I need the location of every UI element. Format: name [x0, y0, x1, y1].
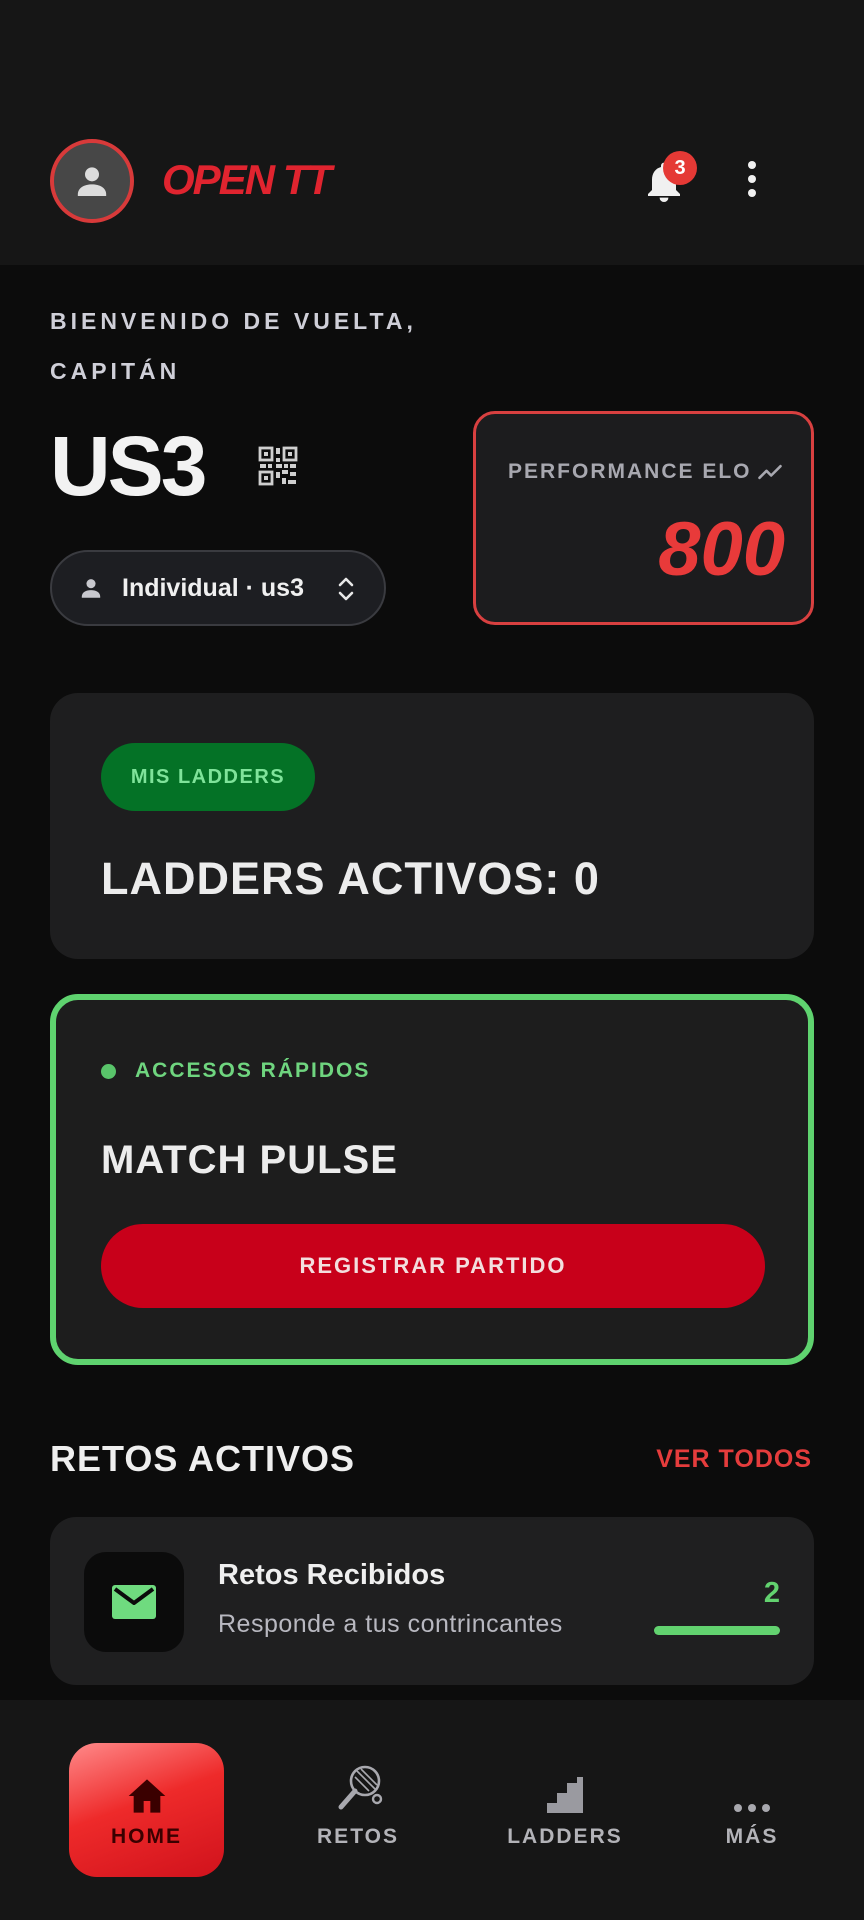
nav-ladders[interactable]: LADDERS: [490, 1743, 640, 1877]
app-screen: OPEN TT 3 BIENVENIDO DE VUELTA, CAPITÁN …: [0, 0, 864, 1920]
quick-access-title: MATCH PULSE: [101, 1138, 398, 1182]
more-menu-button[interactable]: [748, 161, 756, 201]
challenges-progress-fill: [654, 1626, 780, 1635]
welcome-line-1: BIENVENIDO DE VUELTA,: [50, 308, 417, 334]
kebab-menu-icon: [748, 161, 756, 169]
quick-access-card: ACCESOS RÁPIDOS MATCH PULSE REGISTRAR PA…: [50, 994, 814, 1365]
received-challenges-count: 2: [763, 1577, 780, 1609]
nav-home-label: HOME: [111, 1825, 182, 1848]
nav-retos[interactable]: RETOS: [286, 1743, 430, 1877]
register-match-button[interactable]: REGISTRAR PARTIDO: [101, 1224, 765, 1308]
received-challenges-card[interactable]: Retos Recibidos Responde a tus contrinca…: [50, 1517, 814, 1685]
retos-icon-box: [84, 1552, 184, 1652]
paddle-icon: [338, 1765, 383, 1810]
profile-selector-label: Individual · us3: [122, 573, 304, 602]
more-icon: [734, 1804, 770, 1812]
elo-label: PERFORMANCE ELO: [508, 460, 752, 483]
nav-home[interactable]: HOME: [69, 1743, 224, 1877]
nav-more-label: MÁS: [725, 1825, 779, 1848]
qr-code-button[interactable]: [258, 446, 298, 486]
mail-icon: [112, 1585, 156, 1619]
welcome-text: BIENVENIDO DE VUELTA, CAPITÁN: [50, 296, 417, 396]
kebab-dot: [748, 189, 756, 197]
ladders-card[interactable]: MIS LADDERS LADDERS ACTIVOS: 0: [50, 693, 814, 959]
kebab-dot: [748, 175, 756, 183]
stairs-icon: [547, 1777, 583, 1813]
person-icon: [77, 167, 107, 196]
my-ladders-chip[interactable]: MIS LADDERS: [101, 743, 315, 811]
bottom-navigation: HOME RETOS LADDERS MÁS: [0, 1700, 864, 1920]
elo-value: 800: [658, 507, 785, 592]
received-challenges-subtitle: Responde a tus contrincantes: [218, 1610, 563, 1638]
active-ladders-count: LADDERS ACTIVOS: 0: [101, 853, 600, 904]
welcome-line-2: CAPITÁN: [50, 358, 181, 384]
user-name: US3: [50, 419, 207, 513]
nav-more[interactable]: MÁS: [690, 1743, 814, 1877]
nav-retos-label: RETOS: [317, 1825, 399, 1848]
received-challenges-title: Retos Recibidos: [218, 1559, 446, 1591]
home-icon: [128, 1779, 165, 1813]
profile-selector[interactable]: Individual · us3: [50, 550, 386, 626]
qr-code-icon: [258, 446, 298, 486]
elo-card: PERFORMANCE ELO 800: [473, 411, 814, 625]
notification-badge: 3: [663, 151, 697, 185]
avatar[interactable]: [50, 139, 134, 223]
see-all-link[interactable]: VER TODOS: [656, 1445, 812, 1474]
unfold-icon: [338, 577, 354, 601]
trending-icon: [758, 464, 782, 480]
nav-ladders-label: LADDERS: [507, 1825, 623, 1848]
app-title: OPEN TT: [162, 156, 332, 203]
person-icon: [81, 579, 101, 598]
active-challenges-title: RETOS ACTIVOS: [50, 1438, 356, 1479]
quick-access-label: ACCESOS RÁPIDOS: [135, 1059, 371, 1082]
top-bar: OPEN TT 3: [0, 0, 864, 265]
challenges-progress-track: [654, 1626, 780, 1635]
status-dot: [101, 1064, 116, 1079]
